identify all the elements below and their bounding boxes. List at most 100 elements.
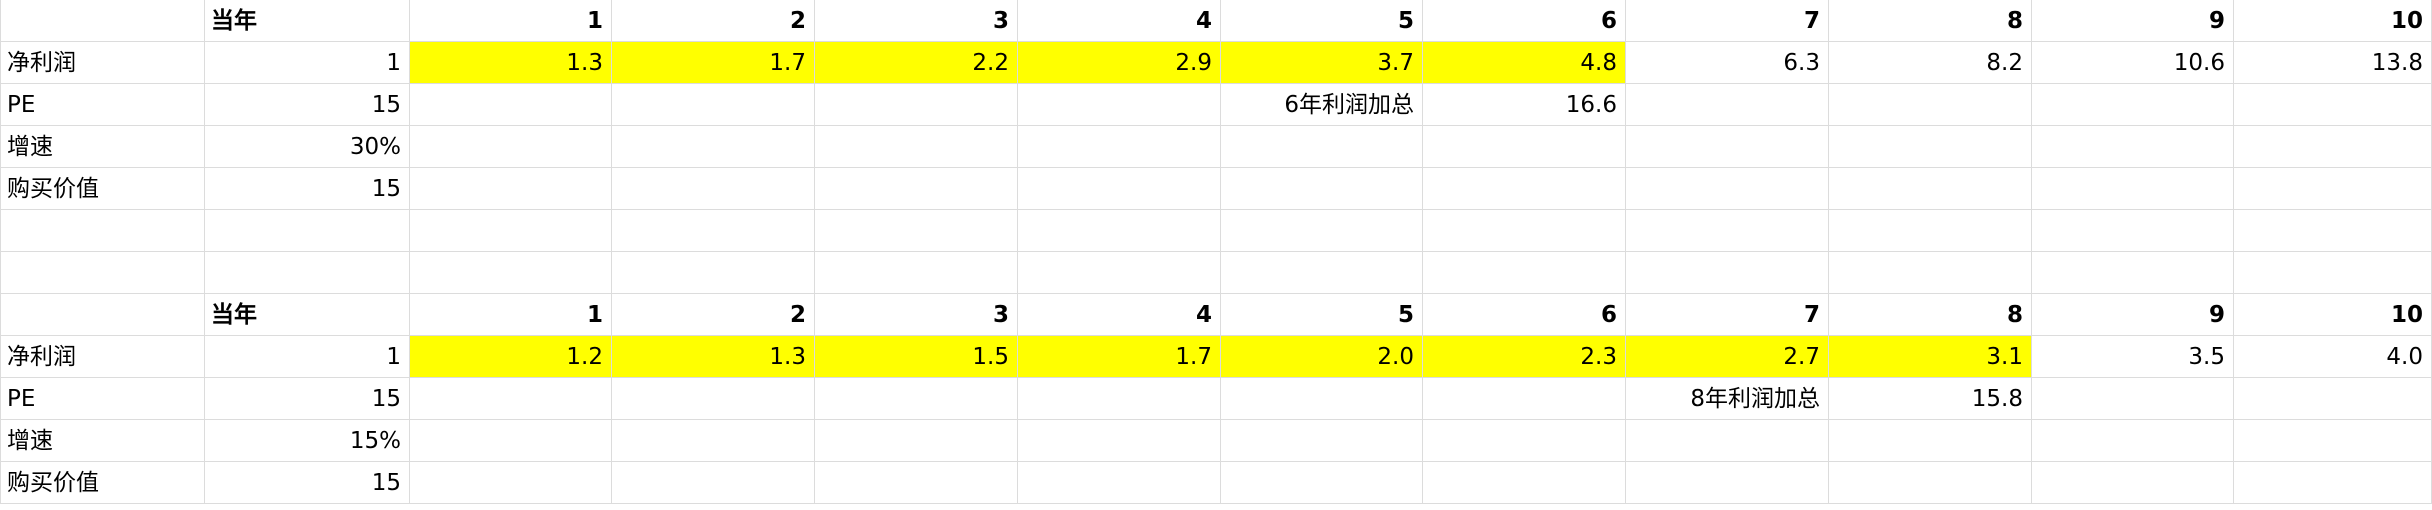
empty-cell[interactable]	[1626, 210, 1829, 252]
value-cell[interactable]	[612, 420, 815, 462]
value-cell[interactable]	[1829, 462, 2032, 504]
column-header-cell[interactable]: 1	[410, 0, 612, 42]
value-cell[interactable]	[410, 168, 612, 210]
empty-cell[interactable]	[1829, 252, 2032, 294]
empty-cell[interactable]	[0, 0, 205, 42]
value-cell[interactable]: 16.6	[1423, 84, 1626, 126]
empty-cell[interactable]	[1018, 210, 1221, 252]
value-cell[interactable]	[1018, 420, 1221, 462]
value-cell[interactable]	[2234, 168, 2432, 210]
value-cell[interactable]	[1423, 420, 1626, 462]
value-cell[interactable]	[1018, 126, 1221, 168]
value-cell[interactable]	[1018, 462, 1221, 504]
value-cell[interactable]	[1626, 420, 1829, 462]
empty-cell[interactable]	[612, 210, 815, 252]
value-cell[interactable]	[815, 378, 1018, 420]
empty-cell[interactable]	[2234, 210, 2432, 252]
empty-cell[interactable]	[2234, 252, 2432, 294]
column-header-cell[interactable]: 9	[2032, 294, 2234, 336]
empty-cell[interactable]	[1423, 252, 1626, 294]
value-cell[interactable]: 15	[205, 168, 410, 210]
value-cell[interactable]	[2234, 378, 2432, 420]
value-cell[interactable]: 4.0	[2234, 336, 2432, 378]
row-label-cell[interactable]: PE	[0, 84, 205, 126]
empty-cell[interactable]	[815, 210, 1018, 252]
column-header-cell[interactable]: 2	[612, 0, 815, 42]
value-cell[interactable]	[2234, 126, 2432, 168]
value-cell[interactable]: 15.8	[1829, 378, 2032, 420]
row-label-cell[interactable]: 增速	[0, 420, 205, 462]
empty-cell[interactable]	[205, 252, 410, 294]
value-cell[interactable]: 1.7	[612, 42, 815, 84]
empty-cell[interactable]	[2032, 252, 2234, 294]
value-cell[interactable]: 2.3	[1423, 336, 1626, 378]
column-header-cell[interactable]: 6	[1423, 0, 1626, 42]
value-cell[interactable]: 15	[205, 462, 410, 504]
value-cell[interactable]	[1626, 84, 1829, 126]
value-cell[interactable]: 2.0	[1221, 336, 1423, 378]
empty-cell[interactable]	[410, 252, 612, 294]
value-cell[interactable]: 8年利润加总	[1626, 378, 1829, 420]
value-cell[interactable]: 3.1	[1829, 336, 2032, 378]
value-cell[interactable]: 1.5	[815, 336, 1018, 378]
value-cell[interactable]	[815, 126, 1018, 168]
value-cell[interactable]: 1.7	[1018, 336, 1221, 378]
column-header-cell[interactable]: 9	[2032, 0, 2234, 42]
value-cell[interactable]	[1423, 126, 1626, 168]
value-cell[interactable]	[1018, 168, 1221, 210]
column-header-cell[interactable]: 8	[1829, 294, 2032, 336]
value-cell[interactable]	[2032, 420, 2234, 462]
row-label-cell[interactable]: 净利润	[0, 42, 205, 84]
value-cell[interactable]	[2234, 84, 2432, 126]
value-cell[interactable]	[612, 126, 815, 168]
value-cell[interactable]	[815, 84, 1018, 126]
value-cell[interactable]	[612, 84, 815, 126]
value-cell[interactable]	[1626, 462, 1829, 504]
value-cell[interactable]	[1829, 420, 2032, 462]
empty-cell[interactable]	[1018, 252, 1221, 294]
value-cell[interactable]	[410, 462, 612, 504]
value-cell[interactable]	[410, 126, 612, 168]
value-cell[interactable]: 6年利润加总	[1221, 84, 1423, 126]
value-cell[interactable]	[1626, 126, 1829, 168]
column-header-cell[interactable]: 4	[1018, 0, 1221, 42]
value-cell[interactable]	[1626, 168, 1829, 210]
column-header-cell[interactable]: 8	[1829, 0, 2032, 42]
value-cell[interactable]: 1.3	[410, 42, 612, 84]
empty-cell[interactable]	[1626, 252, 1829, 294]
value-cell[interactable]: 3.5	[2032, 336, 2234, 378]
value-cell[interactable]	[1423, 168, 1626, 210]
column-header-cell[interactable]: 10	[2234, 294, 2432, 336]
empty-cell[interactable]	[0, 294, 205, 336]
value-cell[interactable]	[1423, 462, 1626, 504]
value-cell[interactable]	[2234, 420, 2432, 462]
row-label-cell[interactable]: 购买价值	[0, 462, 205, 504]
column-header-cell[interactable]: 7	[1626, 0, 1829, 42]
value-cell[interactable]: 15	[205, 84, 410, 126]
value-cell[interactable]	[410, 420, 612, 462]
value-cell[interactable]	[1829, 84, 2032, 126]
empty-cell[interactable]	[410, 210, 612, 252]
row-label-cell[interactable]: PE	[0, 378, 205, 420]
value-cell[interactable]	[2032, 462, 2234, 504]
column-header-cell[interactable]: 7	[1626, 294, 1829, 336]
column-header-cell[interactable]: 当年	[205, 294, 410, 336]
value-cell[interactable]	[815, 168, 1018, 210]
value-cell[interactable]: 2.9	[1018, 42, 1221, 84]
column-header-cell[interactable]: 6	[1423, 294, 1626, 336]
value-cell[interactable]	[2032, 126, 2234, 168]
empty-cell[interactable]	[1221, 252, 1423, 294]
column-header-cell[interactable]: 1	[410, 294, 612, 336]
column-header-cell[interactable]: 5	[1221, 0, 1423, 42]
value-cell[interactable]	[612, 168, 815, 210]
column-header-cell[interactable]: 5	[1221, 294, 1423, 336]
value-cell[interactable]	[612, 462, 815, 504]
value-cell[interactable]	[410, 378, 612, 420]
value-cell[interactable]: 2.7	[1626, 336, 1829, 378]
empty-cell[interactable]	[0, 252, 205, 294]
row-label-cell[interactable]: 购买价值	[0, 168, 205, 210]
empty-cell[interactable]	[612, 252, 815, 294]
value-cell[interactable]: 3.7	[1221, 42, 1423, 84]
value-cell[interactable]: 30%	[205, 126, 410, 168]
column-header-cell[interactable]: 3	[815, 0, 1018, 42]
